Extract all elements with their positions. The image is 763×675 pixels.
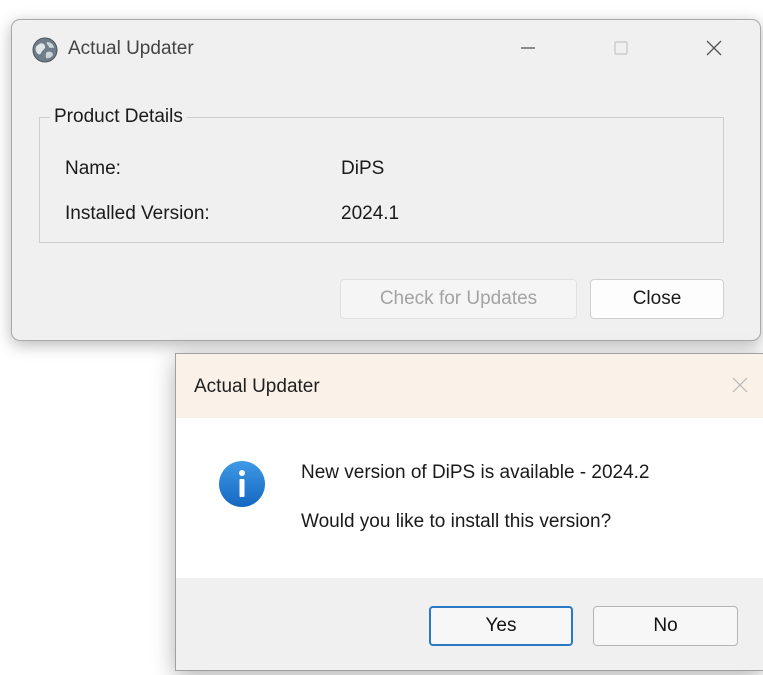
installed-version-value: 2024.1 [341, 203, 400, 224]
minimize-icon [519, 39, 537, 62]
update-dialog: Actual Updater New version of DiPS is av… [175, 353, 763, 671]
close-window-button[interactable] [692, 30, 736, 70]
info-icon [218, 460, 266, 508]
installed-version-label: Installed Version: [65, 203, 210, 224]
name-label: Name: [65, 158, 121, 179]
updater-window: Actual Updater Product Details Name: DiP… [11, 19, 761, 341]
group-legend: Product Details [50, 106, 187, 128]
close-button[interactable]: Close [590, 279, 724, 319]
globe-icon [32, 37, 58, 63]
maximize-icon [612, 39, 630, 62]
yes-button[interactable]: Yes [429, 606, 573, 646]
no-button[interactable]: No [593, 606, 738, 646]
dialog-message-line-2: Would you like to install this version? [301, 511, 612, 532]
dialog-title-bar[interactable]: Actual Updater [176, 354, 763, 418]
dialog-body: New version of DiPS is available - 2024.… [176, 418, 763, 578]
desktop: Actual Updater Product Details Name: DiP… [0, 0, 763, 675]
close-icon [704, 38, 724, 63]
name-value: DiPS [341, 158, 385, 179]
dialog-close-button[interactable] [724, 371, 756, 403]
title-bar[interactable]: Actual Updater [12, 20, 760, 80]
dialog-title: Actual Updater [194, 376, 320, 397]
maximize-button[interactable] [599, 30, 643, 70]
close-icon [730, 375, 750, 400]
window-title: Actual Updater [68, 38, 194, 59]
minimize-button[interactable] [506, 30, 550, 70]
dialog-message-line-1: New version of DiPS is available - 2024.… [301, 462, 650, 483]
check-for-updates-button[interactable]: Check for Updates [340, 279, 577, 319]
dialog-button-bar: Yes No [176, 578, 763, 670]
